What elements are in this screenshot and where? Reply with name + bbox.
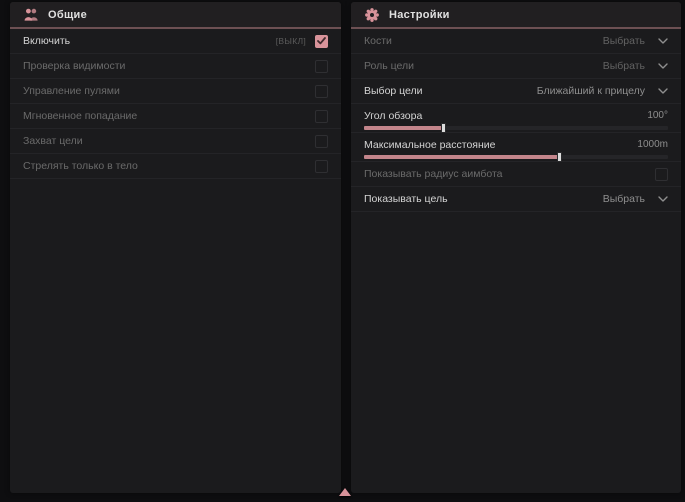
- slider-head: Угол обзора 100°: [364, 108, 668, 123]
- settings-panel-header: Настройки: [351, 2, 681, 29]
- checkbox-row[interactable]: Проверка видимости: [10, 54, 341, 79]
- people-icon: [23, 7, 39, 23]
- slider-fill: [364, 126, 443, 130]
- checkbox-row[interactable]: Управление пулями: [10, 79, 341, 104]
- dropdown-row[interactable]: Выбор цели Ближайший к прицелу: [351, 79, 681, 104]
- checkbox[interactable]: [315, 85, 328, 98]
- checkbox-row[interactable]: Стрелять только в тело: [10, 154, 341, 179]
- dropdown-value: Ближайший к прицелу: [537, 85, 645, 97]
- slider-track[interactable]: [364, 155, 668, 159]
- row-controls: [315, 60, 328, 73]
- slider-handle[interactable]: [557, 152, 562, 162]
- panel-title: Общие: [48, 9, 87, 21]
- settings-panel: Настройки Кости Выбрать Роль цели Выбрат…: [351, 2, 681, 493]
- slider-row[interactable]: Угол обзора 100°: [351, 104, 681, 133]
- general-panel-header: Общие: [10, 2, 341, 29]
- checkbox-row[interactable]: Мгновенное попадание: [10, 104, 341, 129]
- checkbox[interactable]: [315, 135, 328, 148]
- row-label: Угол обзора: [364, 110, 422, 122]
- dropdown-value: Выбрать: [603, 193, 645, 205]
- checkbox[interactable]: [315, 110, 328, 123]
- chevron-down-icon: [658, 63, 668, 69]
- row-label: Захват цели: [23, 135, 83, 147]
- row-controls: [315, 85, 328, 98]
- checkbox-row[interactable]: Включить [ВЫКЛ]: [10, 29, 341, 54]
- scroll-up-arrow-icon[interactable]: [339, 488, 351, 496]
- chevron-down-icon: [658, 88, 668, 94]
- general-panel: Общие Включить [ВЫКЛ] Проверка видимости…: [10, 2, 341, 493]
- dropdown-value: Выбрать: [603, 60, 645, 72]
- row-label: Показывать радиус аимбота: [364, 168, 503, 180]
- gear-icon: [364, 7, 380, 23]
- slider-fill: [364, 155, 559, 159]
- hotkey-hint: [ВЫКЛ]: [276, 36, 306, 46]
- slider-value: 1000m: [637, 139, 668, 150]
- chevron-down-icon: [658, 196, 668, 202]
- row-label: Включить: [23, 35, 70, 47]
- row-label: Показывать цель: [364, 193, 448, 205]
- dropdown[interactable]: Выбрать: [603, 35, 668, 47]
- checkbox[interactable]: [315, 60, 328, 73]
- checkbox[interactable]: [315, 35, 328, 48]
- dropdown[interactable]: Выбрать: [603, 193, 668, 205]
- general-rows: Включить [ВЫКЛ] Проверка видимости Управ…: [10, 29, 341, 179]
- slider-head: Максимальное расстояние 1000m: [364, 137, 668, 152]
- dropdown-row[interactable]: Кости Выбрать: [351, 29, 681, 54]
- settings-rows: Кости Выбрать Роль цели Выбрать Выбор це…: [351, 29, 681, 212]
- dropdown-row[interactable]: Роль цели Выбрать: [351, 54, 681, 79]
- row-controls: [315, 160, 328, 173]
- checkbox[interactable]: [655, 168, 668, 181]
- row-controls: [655, 168, 668, 181]
- row-controls: [ВЫКЛ]: [276, 35, 328, 48]
- checkbox[interactable]: [315, 160, 328, 173]
- row-label: Управление пулями: [23, 85, 120, 97]
- dropdown-row[interactable]: Показывать цель Выбрать: [351, 187, 681, 212]
- row-label: Стрелять только в тело: [23, 160, 138, 172]
- row-label: Мгновенное попадание: [23, 110, 137, 122]
- dropdown[interactable]: Ближайший к прицелу: [537, 85, 668, 97]
- row-label: Кости: [364, 35, 392, 47]
- row-label: Роль цели: [364, 60, 414, 72]
- row-controls: [315, 135, 328, 148]
- dropdown[interactable]: Выбрать: [603, 60, 668, 72]
- slider-value: 100°: [647, 110, 668, 121]
- slider-row[interactable]: Максимальное расстояние 1000m: [351, 133, 681, 162]
- check-icon: [317, 37, 326, 45]
- chevron-down-icon: [658, 38, 668, 44]
- row-controls: [315, 110, 328, 123]
- slider-track[interactable]: [364, 126, 668, 130]
- checkbox-row[interactable]: Захват цели: [10, 129, 341, 154]
- dropdown-value: Выбрать: [603, 35, 645, 47]
- row-label: Проверка видимости: [23, 60, 125, 72]
- panel-title: Настройки: [389, 9, 450, 21]
- row-label: Выбор цели: [364, 85, 423, 97]
- row-label: Максимальное расстояние: [364, 139, 495, 151]
- slider-handle[interactable]: [441, 123, 446, 133]
- checkbox-row[interactable]: Показывать радиус аимбота: [351, 162, 681, 187]
